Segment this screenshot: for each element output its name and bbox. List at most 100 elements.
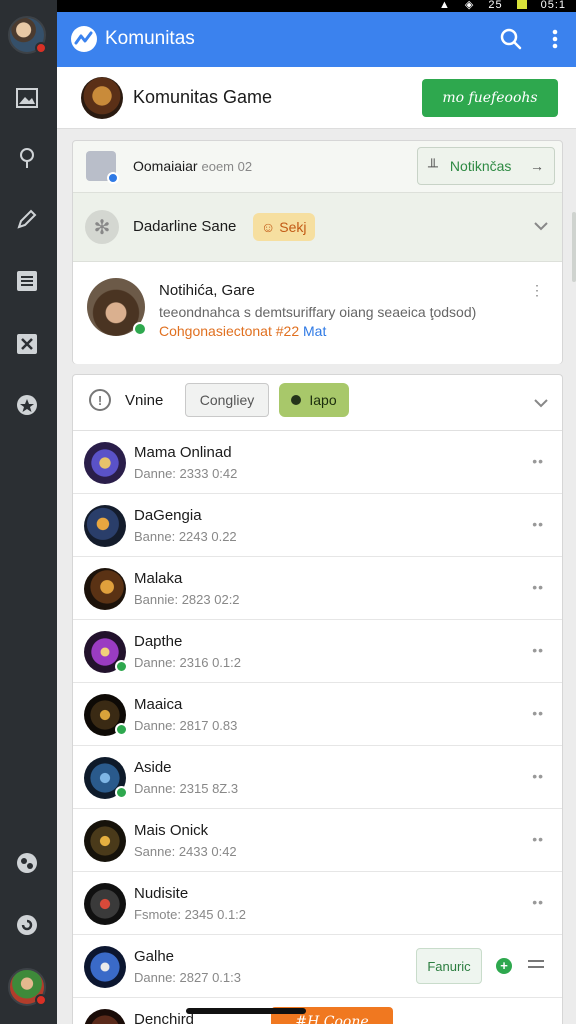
more-icon[interactable]: •• bbox=[532, 831, 544, 847]
more-menu-icon[interactable] bbox=[548, 26, 562, 52]
member-avatar bbox=[84, 1009, 126, 1024]
member-avatar bbox=[84, 757, 128, 799]
community-avatar bbox=[81, 77, 123, 119]
post-author-avatar bbox=[87, 278, 147, 336]
chevron-down-icon[interactable] bbox=[534, 218, 548, 232]
search-icon[interactable] bbox=[498, 26, 524, 52]
member-meta: Danne: 2817 0.83 bbox=[134, 718, 238, 733]
follow-button[interactable]: mo fuefeoohs bbox=[422, 79, 558, 117]
status-time: 25 bbox=[488, 0, 503, 11]
mood-tag-label: Sekj bbox=[279, 219, 307, 235]
status-filter-label: Iapo bbox=[309, 392, 337, 408]
app-logo-icon bbox=[71, 26, 97, 52]
signal-icon: ▲ bbox=[438, 0, 451, 11]
image-icon[interactable] bbox=[14, 85, 40, 111]
member-avatar bbox=[84, 946, 126, 988]
dot-icon bbox=[291, 395, 302, 405]
more-icon[interactable]: •• bbox=[532, 894, 544, 910]
settings-row[interactable]: ✻ Dadarline Sane ☺ Sekj bbox=[73, 193, 562, 261]
list-item[interactable]: Nudisite Fsmote: 2345 0.1:2 •• bbox=[73, 872, 562, 935]
list-item[interactable]: Dapthe Danne: 2316 0.1:2 •• bbox=[73, 620, 562, 683]
member-avatar bbox=[84, 820, 126, 862]
member-name: Galhe bbox=[134, 948, 175, 965]
more-icon[interactable]: •• bbox=[532, 642, 544, 658]
member-name: Mais Onick bbox=[134, 822, 209, 839]
member-avatar bbox=[84, 568, 126, 610]
status-bar: ▲ ◈ 25 05:1 bbox=[0, 0, 576, 12]
notification-dot bbox=[35, 994, 47, 1006]
app-title: Komunitas bbox=[105, 28, 195, 49]
status-badge bbox=[107, 172, 119, 184]
favorite-button[interactable]: Fanuric bbox=[416, 948, 482, 984]
document-icon bbox=[86, 151, 119, 184]
announcement-row[interactable]: Oomaiaiar eoem 02 ╨ Notiknčas → bbox=[73, 141, 562, 193]
member-meta: Bannie: 2823 02:2 bbox=[134, 592, 240, 607]
notifications-button[interactable]: ╨ Notiknčas → bbox=[417, 147, 555, 185]
bar-chart-icon: ╨ bbox=[428, 158, 438, 174]
edit-icon[interactable] bbox=[14, 206, 40, 232]
close-box-icon[interactable] bbox=[14, 331, 40, 357]
more-icon[interactable]: •• bbox=[532, 516, 544, 532]
refresh-icon[interactable] bbox=[14, 912, 40, 938]
post-link[interactable]: Cohgonasiectonat #22 Mat bbox=[159, 323, 326, 339]
smiley-icon: ☺ bbox=[261, 219, 276, 235]
left-rail bbox=[0, 0, 57, 1024]
member-avatar bbox=[84, 694, 128, 736]
battery-icon bbox=[516, 0, 527, 9]
notification-dot bbox=[35, 42, 47, 54]
list-item[interactable]: Denchird #H Coone bbox=[73, 998, 562, 1024]
activity-card: Oomaiaiar eoem 02 ╨ Notiknčas → ✻ Dadarl… bbox=[72, 140, 563, 364]
member-meta: Fsmote: 2345 0.1:2 bbox=[134, 907, 247, 922]
list-item[interactable]: Aside Danne: 2315 8Z.3 •• bbox=[73, 746, 562, 809]
scrollbar[interactable] bbox=[572, 212, 576, 282]
chevron-down-icon[interactable] bbox=[534, 395, 548, 409]
list-item[interactable]: Mais Onick Sanne: 2433 0:42 •• bbox=[73, 809, 562, 872]
more-icon[interactable]: •• bbox=[532, 579, 544, 595]
pin-icon[interactable] bbox=[14, 145, 40, 171]
home-indicator[interactable] bbox=[186, 1008, 306, 1014]
more-vertical-icon[interactable]: ⋮ bbox=[530, 282, 544, 299]
user-avatar[interactable] bbox=[8, 16, 47, 54]
members-label: Vnine bbox=[125, 392, 164, 409]
post-description: teeondnahca s demtsuriffary oiang seaeic… bbox=[159, 304, 477, 320]
community-header: Komunitas Game mo fuefeoohs bbox=[57, 67, 576, 129]
announcement-sub: eoem 02 bbox=[201, 159, 253, 174]
add-icon[interactable]: + bbox=[496, 958, 512, 974]
more-icon[interactable]: •• bbox=[532, 768, 544, 784]
secondary-avatar[interactable] bbox=[8, 968, 47, 1006]
settings-label: Dadarline Sane bbox=[133, 218, 237, 235]
notifications-label: Notiknčas bbox=[449, 158, 512, 174]
star-badge-icon[interactable] bbox=[14, 392, 40, 418]
info-icon[interactable]: ! bbox=[89, 389, 111, 411]
filter-button[interactable]: Congliey bbox=[185, 383, 269, 417]
post-link-text: Cohgonasiectonat #22 bbox=[159, 323, 300, 339]
members-card: ! Vnine Congliey Iapo Mama Onlinad Danne… bbox=[72, 374, 563, 1024]
member-avatar bbox=[84, 442, 126, 484]
list-item[interactable]: Malaka Bannie: 2823 02:2 •• bbox=[73, 557, 562, 620]
menu-icon[interactable] bbox=[528, 956, 544, 976]
list-icon[interactable] bbox=[14, 268, 40, 294]
member-name: Denchird bbox=[134, 1011, 195, 1024]
announcement-label: Oomaiaiar bbox=[133, 158, 198, 174]
member-meta: Banne: 2243 0.22 bbox=[134, 529, 237, 544]
more-icon[interactable]: •• bbox=[532, 453, 544, 469]
list-item[interactable]: DaGengia Banne: 2243 0.22 •• bbox=[73, 494, 562, 557]
online-badge bbox=[115, 786, 128, 799]
member-avatar bbox=[84, 883, 126, 925]
member-name: Mama Onlinad bbox=[134, 444, 232, 461]
member-meta: Danne: 2333 0:42 bbox=[134, 466, 238, 481]
more-icon[interactable]: •• bbox=[532, 705, 544, 721]
online-badge bbox=[133, 322, 147, 336]
list-item[interactable]: Galhe Danne: 2827 0.1:3 Fanuric + bbox=[73, 935, 562, 998]
member-meta: Danne: 2315 8Z.3 bbox=[134, 781, 239, 796]
gear-icon: ✻ bbox=[85, 210, 119, 244]
member-name: Maaica bbox=[134, 696, 183, 713]
status-filter-button[interactable]: Iapo bbox=[279, 383, 349, 417]
post-link-mat: Mat bbox=[303, 323, 327, 339]
member-meta: Sanne: 2433 0:42 bbox=[134, 844, 237, 859]
list-item[interactable]: Maaica Danne: 2817 0.83 •• bbox=[73, 683, 562, 746]
list-item[interactable]: Mama Onlinad Danne: 2333 0:42 •• bbox=[73, 431, 562, 494]
post-item[interactable]: Notihića, Gare teeondnahca s demtsuriffa… bbox=[73, 261, 562, 364]
game-icon[interactable] bbox=[14, 850, 40, 876]
member-avatar bbox=[84, 631, 128, 673]
